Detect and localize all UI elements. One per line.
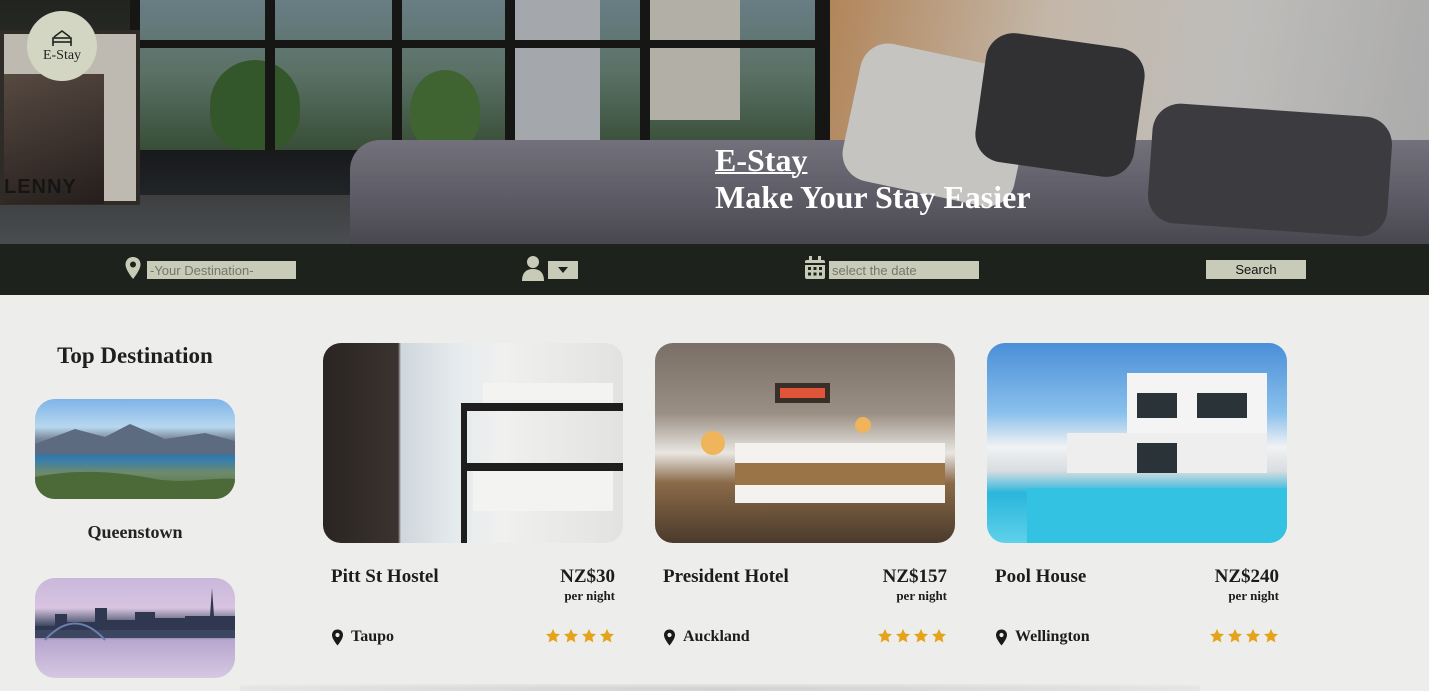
listing-card[interactable]: Pool House NZ$240 per night Wellington: [987, 343, 1287, 663]
hero-heading: E-Stay Make Your Stay Easier: [715, 142, 1031, 216]
star-icon: [914, 629, 928, 643]
hero-banner: LENNY E-Stay E-Stay Make Your Stay Easie…: [0, 0, 1429, 244]
listing-price-unit: per night: [896, 588, 947, 603]
star-icon: [1246, 629, 1260, 643]
star-icon: [896, 629, 910, 643]
star-icon: [932, 629, 946, 643]
map-pin-icon: [332, 629, 343, 646]
listing-location: Taupo: [351, 628, 394, 645]
star-icon: [1210, 629, 1224, 643]
listing-card[interactable]: President Hotel NZ$157 per night Aucklan…: [655, 343, 955, 663]
destination-image-queenstown[interactable]: [35, 399, 235, 499]
site-logo[interactable]: E-Stay: [27, 11, 97, 81]
star-icon: [582, 629, 596, 643]
listing-image[interactable]: [655, 343, 955, 543]
star-icon: [546, 629, 560, 643]
star-icon: [600, 629, 614, 643]
destination-image-auckland[interactable]: [35, 578, 235, 678]
destination-input[interactable]: [147, 261, 296, 279]
listing-image[interactable]: [323, 343, 623, 543]
listing-price: NZ$30: [560, 566, 615, 587]
search-button[interactable]: Search: [1206, 260, 1306, 279]
search-bar: Search: [0, 244, 1429, 295]
listing-image[interactable]: [987, 343, 1287, 543]
bed-icon: [52, 29, 72, 46]
rating-stars: [545, 628, 615, 644]
listing-location: Wellington: [1015, 628, 1090, 645]
villa-shape: [1027, 373, 1287, 543]
star-icon: [564, 629, 578, 643]
hotel-bed-shape: [701, 383, 945, 503]
rating-stars: [1209, 628, 1279, 644]
bunk-bed-shape: [461, 383, 623, 543]
chevron-down-icon: [558, 267, 568, 273]
listing-name[interactable]: Pitt St Hostel: [331, 566, 439, 588]
user-icon: [522, 256, 544, 281]
footer-shadow: [240, 684, 1200, 691]
guests-select[interactable]: [548, 261, 578, 279]
logo-text: E-Stay: [42, 47, 82, 63]
listing-price: NZ$157: [882, 566, 947, 587]
map-pin-icon: [125, 257, 141, 279]
destination-label-queenstown[interactable]: Queenstown: [0, 522, 270, 543]
hero-title: E-Stay: [715, 142, 808, 178]
star-icon: [1264, 629, 1278, 643]
calendar-icon: [805, 256, 825, 279]
mountain-shape: [35, 424, 235, 499]
listing-price-unit: per night: [564, 588, 615, 603]
listing-price-unit: per night: [1228, 588, 1279, 603]
listing-price: NZ$240: [1214, 566, 1279, 587]
rating-stars: [877, 628, 947, 644]
map-pin-icon: [664, 629, 675, 646]
date-input[interactable]: [829, 261, 979, 279]
hero-tagline: Make Your Stay Easier: [715, 179, 1031, 215]
map-pin-icon: [996, 629, 1007, 646]
skyline-shape: [35, 588, 235, 641]
star-icon: [878, 629, 892, 643]
listing-location: Auckland: [683, 628, 750, 645]
listing-name[interactable]: Pool House: [995, 566, 1086, 588]
top-destination-title: Top Destination: [57, 343, 213, 368]
star-icon: [1228, 629, 1242, 643]
listing-card[interactable]: Pitt St Hostel NZ$30 per night Taupo: [323, 343, 623, 663]
listing-name[interactable]: President Hotel: [663, 566, 789, 588]
